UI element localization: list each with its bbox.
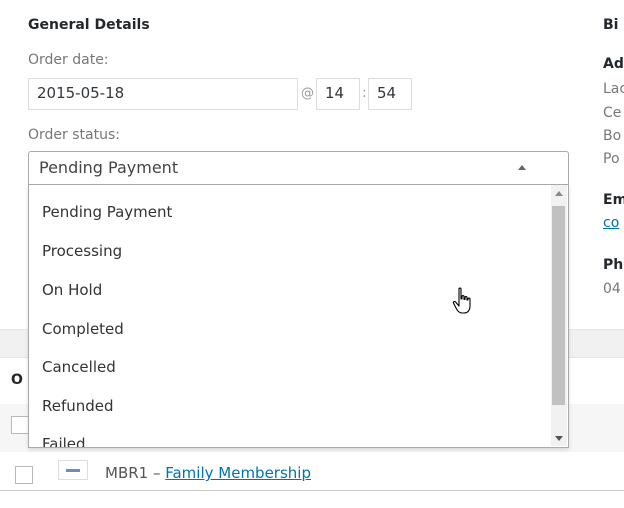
- bottom-toolbar: [0, 490, 624, 508]
- billing-phone: 04: [603, 281, 621, 297]
- order-status-select[interactable]: Pending Payment: [28, 151, 569, 185]
- at-symbol: @: [301, 86, 314, 101]
- hand-pointer-icon: [452, 287, 471, 314]
- status-option-completed[interactable]: Completed: [42, 320, 124, 338]
- billing-email-label: Em: [603, 192, 624, 208]
- order-status-selected: Pending Payment: [39, 158, 179, 177]
- chevron-up-icon: [518, 165, 526, 170]
- billing-address-line-3: Bo: [603, 128, 622, 144]
- status-option-failed[interactable]: Failed: [42, 435, 86, 447]
- row-checkbox[interactable]: [11, 416, 29, 434]
- order-date-label: Order date:: [28, 52, 109, 68]
- order-status-dropdown: Pending Payment Processing On Hold Compl…: [28, 185, 569, 448]
- product-thumbnail: [58, 460, 88, 480]
- billing-address-label: Ad: [603, 56, 624, 72]
- order-date-input[interactable]: 2015-05-18: [28, 78, 298, 110]
- item-checkbox[interactable]: [15, 466, 33, 484]
- minute-input[interactable]: 54: [368, 78, 412, 110]
- billing-address-line-2: Ce: [603, 105, 622, 121]
- hour-input[interactable]: 14: [316, 78, 360, 110]
- status-option-refunded[interactable]: Refunded: [42, 397, 114, 415]
- item-product-link[interactable]: Family Membership: [165, 464, 311, 482]
- status-option-on-hold[interactable]: On Hold: [42, 281, 102, 299]
- items-column-header: O: [11, 372, 23, 388]
- status-option-cancelled[interactable]: Cancelled: [42, 358, 116, 376]
- status-option-processing[interactable]: Processing: [42, 242, 122, 260]
- order-status-label: Order status:: [28, 127, 120, 143]
- status-option-pending-payment[interactable]: Pending Payment: [42, 203, 172, 221]
- billing-address-line-4: Po: [603, 151, 620, 167]
- scroll-down-icon[interactable]: [555, 436, 563, 441]
- item-sku: MBR1 –: [105, 464, 166, 482]
- dropdown-scroll-thumb[interactable]: [552, 206, 565, 405]
- billing-address-line-1: Lac: [603, 81, 624, 97]
- time-separator: :: [362, 85, 367, 101]
- billing-phone-label: Ph: [603, 257, 624, 273]
- billing-email-link[interactable]: co: [603, 215, 619, 231]
- item-line: MBR1 – Family Membership: [105, 464, 311, 482]
- billing-title: Bi: [603, 17, 619, 33]
- general-details-title: General Details: [28, 17, 150, 33]
- scroll-up-icon[interactable]: [555, 191, 563, 196]
